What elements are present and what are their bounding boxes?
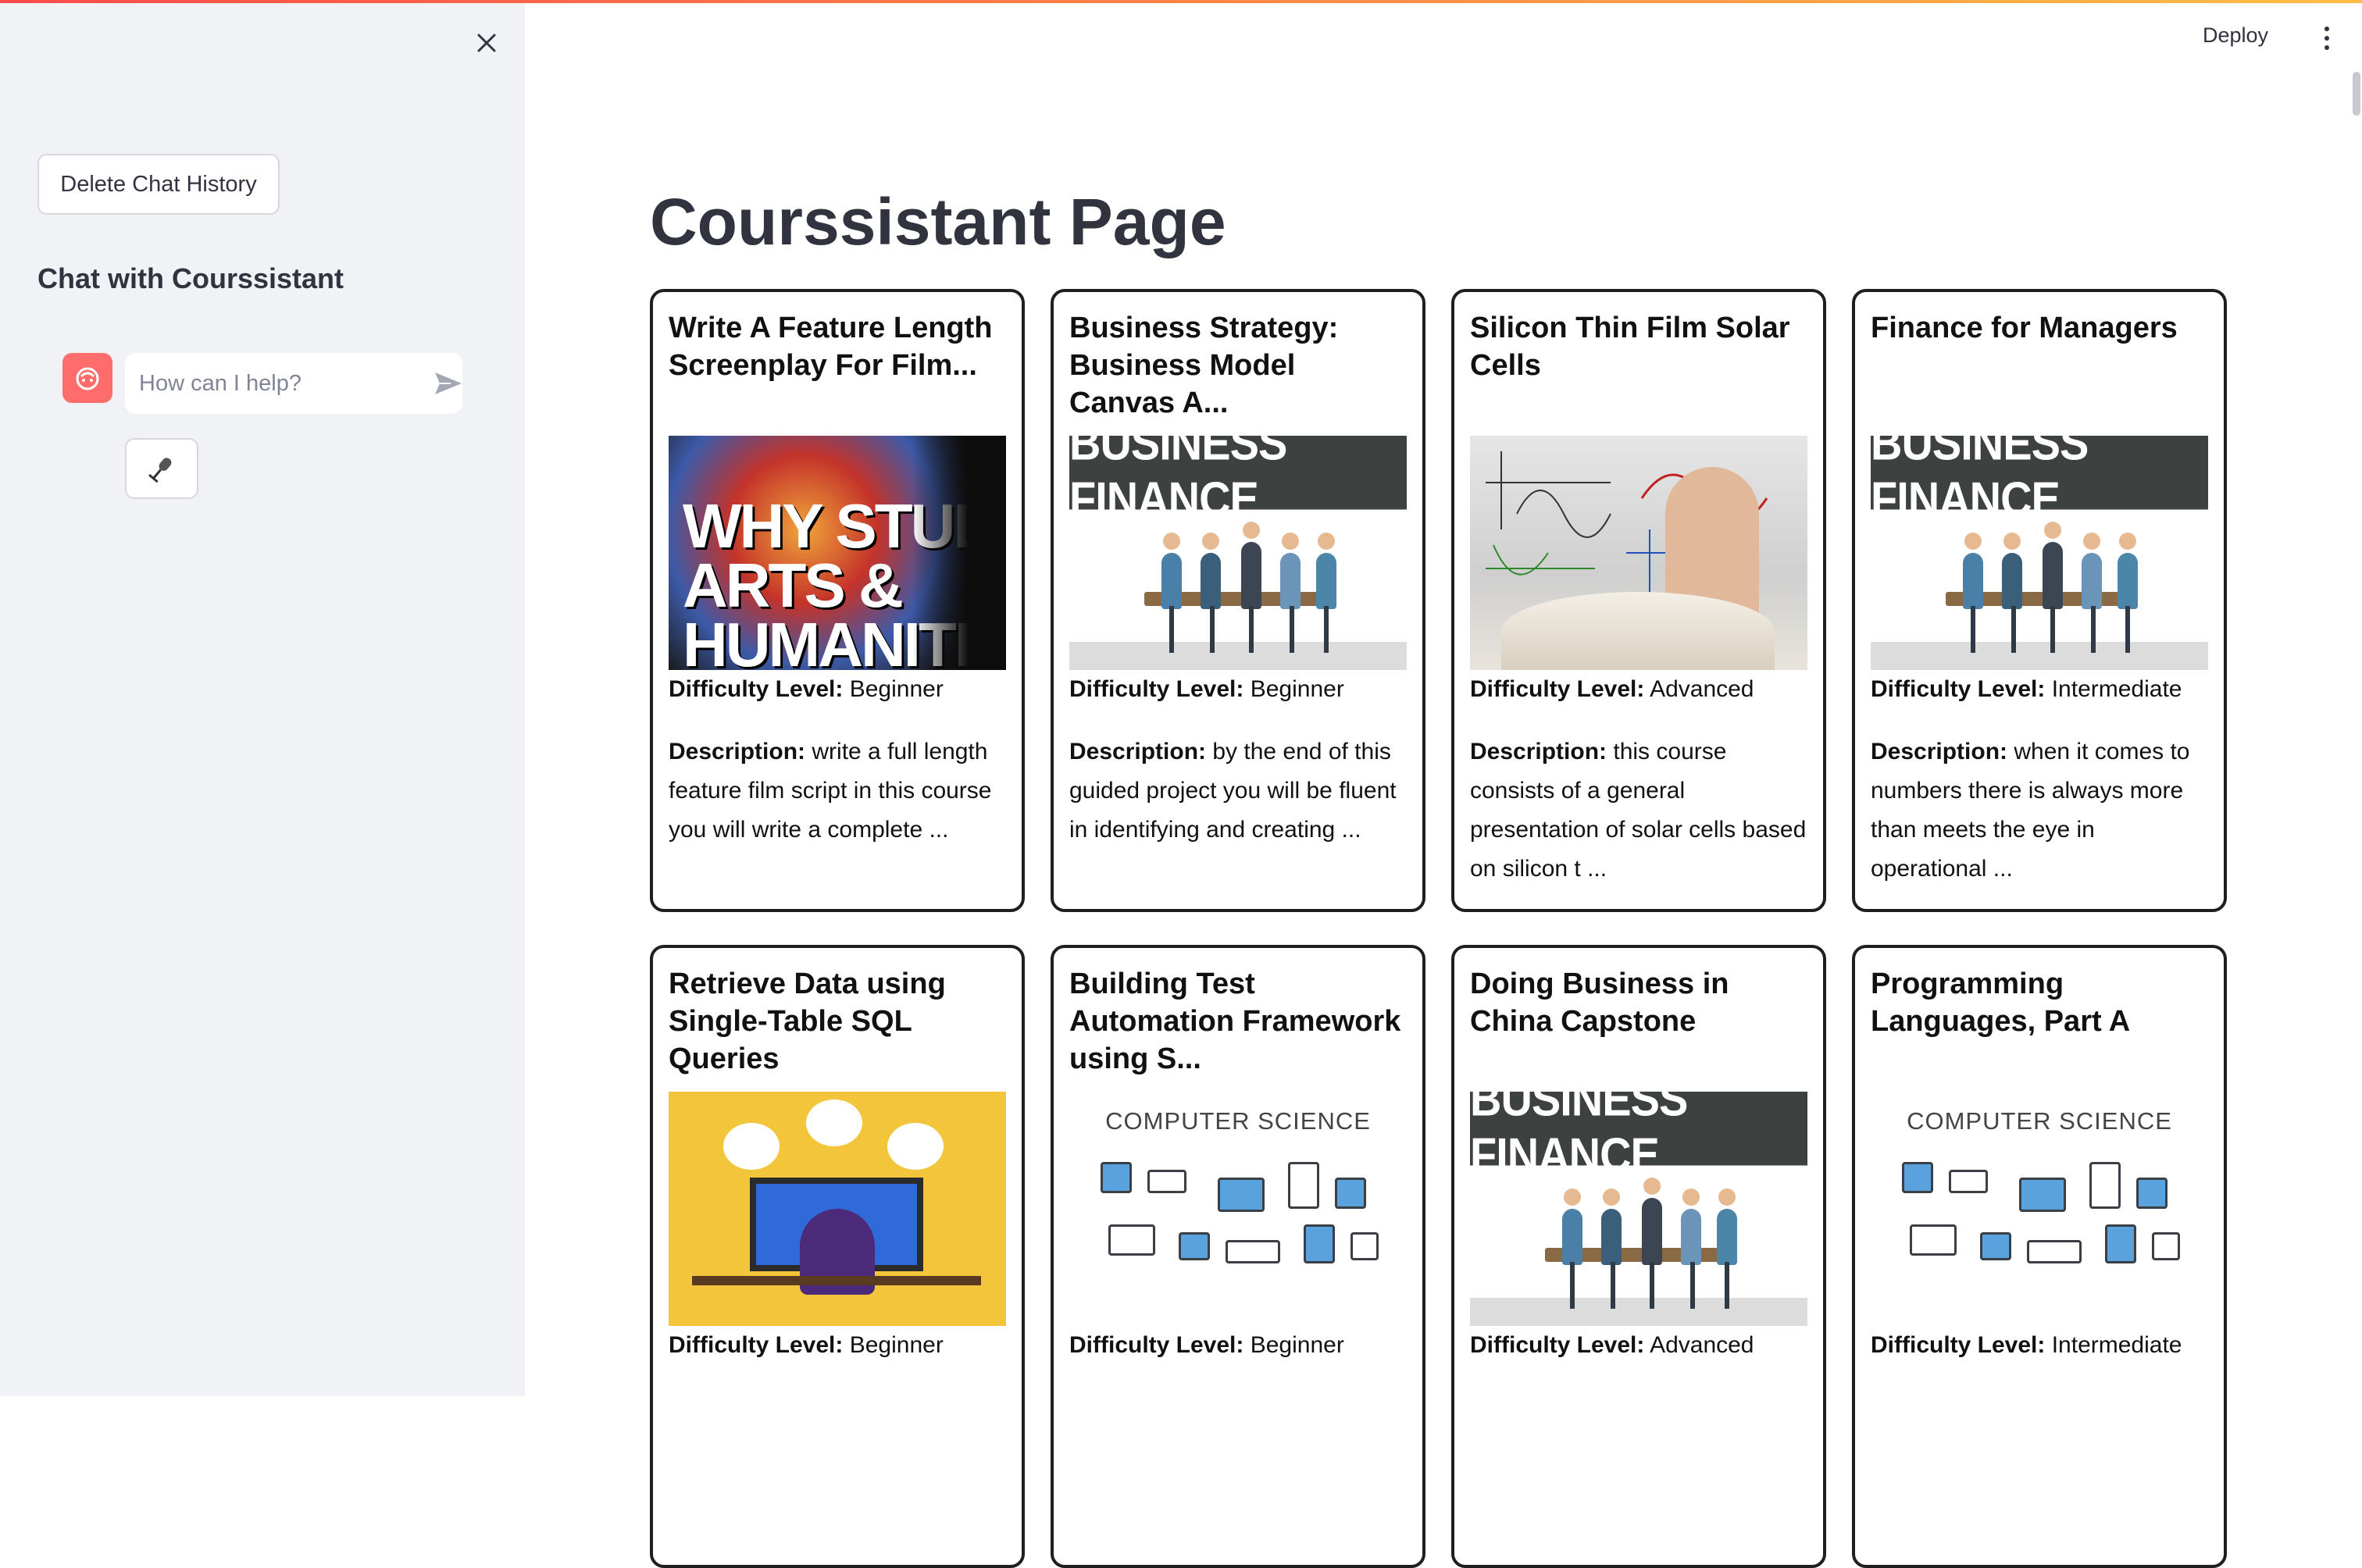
course-card[interactable]: Silicon Thin Film Solar Cells Difficulty… — [1451, 289, 1826, 912]
course-image: BUSINESS FINANCE — [1470, 1092, 1807, 1326]
course-image: WHY STUDY ARTS & HUMANITIES? — [669, 436, 1006, 670]
course-title: Programming Languages, Part A — [1871, 968, 2131, 1038]
course-card[interactable]: Building Test Automation Framework using… — [1051, 945, 1425, 1568]
course-image: COMPUTER SCIENCE — [1069, 1092, 1407, 1326]
close-sidebar-button[interactable] — [467, 23, 506, 62]
course-card[interactable]: Retrieve Data using Single-Table SQL Que… — [650, 945, 1025, 1568]
scrollbar[interactable] — [2353, 72, 2360, 116]
assistant-avatar — [62, 353, 112, 403]
course-title: Doing Business in China Capstone — [1470, 968, 1729, 1038]
image-text: BUSINESS FINANCE — [1069, 436, 1407, 526]
course-description: Description: write a full length feature… — [669, 739, 992, 843]
course-description: Description: this course consists of a g… — [1470, 739, 1807, 882]
chat-input-container — [125, 353, 462, 414]
course-description: Description: by the end of this guided p… — [1069, 739, 1397, 843]
course-card[interactable]: Finance for Managers BUSINESS FINANCE Di… — [1852, 289, 2227, 912]
difficulty-level: Difficulty Level: Beginner — [1069, 1332, 1344, 1358]
microphone-icon — [148, 458, 172, 483]
course-card[interactable]: Doing Business in China Capstone BUSINES… — [1451, 945, 1826, 1568]
course-title: Finance for Managers — [1871, 312, 2178, 344]
send-button[interactable] — [434, 353, 463, 414]
course-card[interactable]: Programming Languages, Part A COMPUTER S… — [1852, 945, 2227, 1568]
course-title: Business Strategy: Business Model Canvas… — [1069, 312, 1339, 419]
deploy-button[interactable]: Deploy — [2203, 23, 2268, 48]
course-image: BUSINESS FINANCE — [1069, 436, 1407, 670]
difficulty-level: Difficulty Level: Advanced — [1470, 676, 1754, 702]
difficulty-level: Difficulty Level: Advanced — [1470, 1332, 1754, 1358]
course-card[interactable]: Write A Feature Length Screenplay For Fi… — [650, 289, 1025, 912]
course-card[interactable]: Business Strategy: Business Model Canvas… — [1051, 289, 1425, 912]
course-grid: Write A Feature Length Screenplay For Fi… — [650, 289, 2228, 1568]
send-icon — [435, 372, 462, 394]
close-icon — [477, 34, 496, 52]
main-menu-button[interactable] — [2315, 22, 2339, 55]
image-text: BUSINESS FINANCE — [1871, 436, 2208, 526]
top-decoration-bar — [0, 0, 2362, 3]
page-title: Courssistant Page — [650, 185, 1226, 258]
course-description: Description: when it comes to numbers th… — [1871, 739, 2190, 882]
image-text: COMPUTER SCIENCE — [1907, 1107, 2172, 1135]
course-image — [1470, 436, 1807, 670]
difficulty-level: Difficulty Level: Beginner — [669, 1332, 944, 1358]
robot-avatar-icon — [76, 367, 99, 390]
chat-input[interactable] — [125, 353, 434, 414]
image-text: COMPUTER SCIENCE — [1105, 1107, 1371, 1135]
course-title: Write A Feature Length Screenplay For Fi… — [669, 312, 993, 382]
course-image: BUSINESS FINANCE — [1871, 436, 2208, 670]
course-title: Building Test Automation Framework using… — [1069, 968, 1401, 1075]
microphone-button[interactable] — [125, 438, 198, 499]
image-text: BUSINESS FINANCE — [1470, 1092, 1807, 1181]
difficulty-level: Difficulty Level: Beginner — [1069, 676, 1344, 702]
delete-chat-history-button[interactable]: Delete Chat History — [37, 154, 280, 215]
course-title: Silicon Thin Film Solar Cells — [1470, 312, 1790, 382]
difficulty-level: Difficulty Level: Beginner — [669, 676, 944, 702]
difficulty-level: Difficulty Level: Intermediate — [1871, 1332, 2182, 1358]
course-image — [669, 1092, 1006, 1326]
kebab-menu-icon — [2325, 27, 2329, 31]
sidebar: Delete Chat History Chat with Courssista… — [0, 0, 525, 1396]
course-title: Retrieve Data using Single-Table SQL Que… — [669, 968, 946, 1075]
course-image: COMPUTER SCIENCE — [1871, 1092, 2208, 1326]
difficulty-level: Difficulty Level: Intermediate — [1871, 676, 2182, 702]
chat-heading: Chat with Courssistant — [37, 262, 344, 294]
